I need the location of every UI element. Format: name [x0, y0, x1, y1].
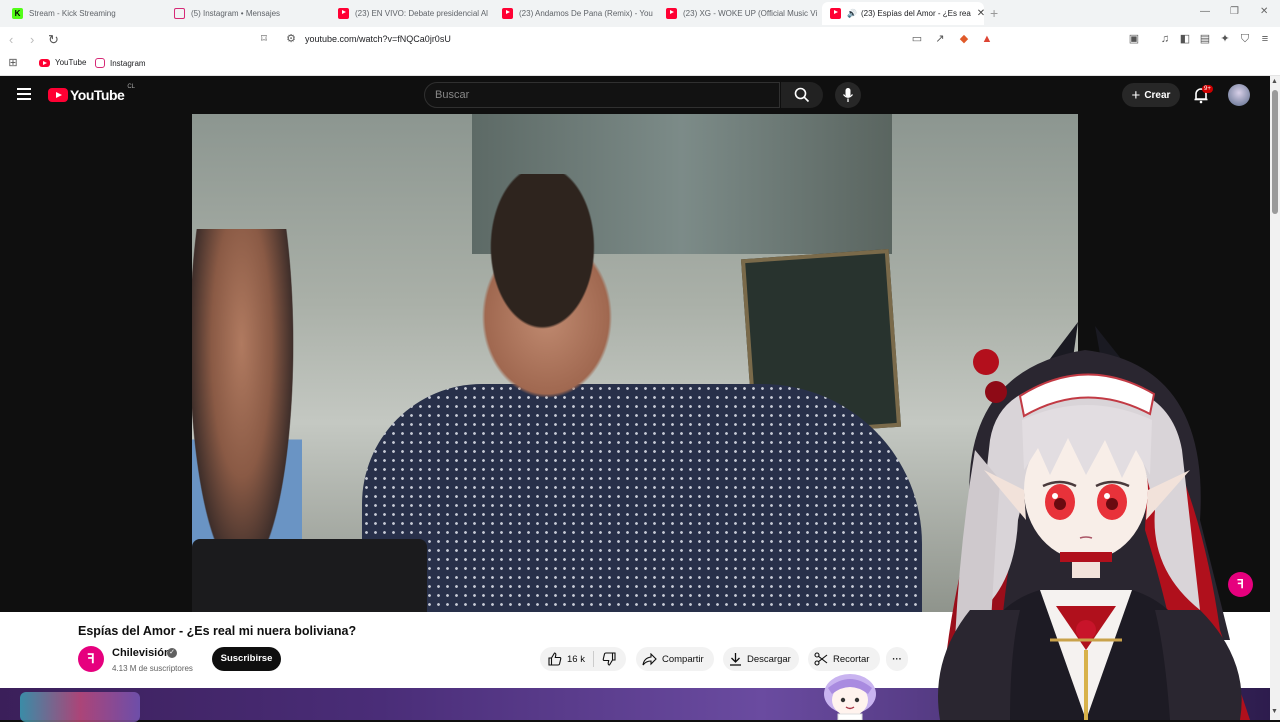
video-frame-laptop — [192, 539, 427, 612]
tab-kick[interactable]: K Stream - Kick Streaming — [4, 2, 166, 25]
reader-icon[interactable]: ◧ — [1179, 33, 1191, 45]
brave-shield-icon[interactable]: ◆ — [958, 33, 970, 45]
browser-toolbar: ‹ › ↻ ⌑ ⚙ youtube.com/watch?v=fNQCa0jr0s… — [0, 27, 1280, 53]
hamburger-menu-icon[interactable] — [17, 88, 31, 103]
menu-icon[interactable]: ≡ — [1259, 33, 1271, 45]
speaker-icon: 🔊 — [847, 9, 857, 18]
youtube-play-icon — [48, 88, 68, 102]
bookmark-label: YouTube — [55, 58, 87, 67]
share-button[interactable]: Compartir — [636, 647, 714, 671]
microphone-icon — [842, 88, 854, 102]
divider — [592, 651, 594, 667]
bookmarks-bar: ⊞ YouTube Instagram — [0, 53, 1280, 76]
kick-icon: K — [12, 8, 23, 19]
create-button[interactable]: + Crear — [1122, 83, 1180, 107]
scroll-up-arrow[interactable]: ▲ — [1271, 78, 1278, 85]
share-label: Compartir — [662, 653, 704, 665]
vtuber-avatar-overlay — [938, 322, 1250, 720]
like-dislike-group: 16 k — [540, 647, 626, 671]
bookmark-label: Instagram — [110, 58, 146, 68]
tab-title: (23) Andamos De Pana (Remix) - You — [519, 9, 653, 18]
download-icon — [730, 653, 741, 666]
tab-youtube-debate[interactable]: (23) EN VIVO: Debate presidencial Al — [330, 2, 494, 25]
download-label: Descargar — [747, 653, 791, 665]
rewards-icon[interactable]: ▲ — [981, 33, 993, 45]
search-input[interactable]: Buscar — [424, 82, 780, 108]
download-button[interactable]: Descargar — [723, 647, 799, 671]
youtube-icon — [830, 8, 841, 19]
youtube-icon — [39, 58, 50, 67]
new-tab-button[interactable]: + — [990, 5, 998, 21]
site-settings-icon[interactable]: ⚙ — [285, 33, 297, 45]
notification-badge: 9+ — [1202, 85, 1213, 93]
close-tab-icon[interactable]: ✕ — [971, 8, 984, 19]
like-count[interactable]: 16 k — [567, 654, 585, 665]
search-icon — [794, 87, 810, 103]
tab-youtube-xg[interactable]: (23) XG - WOKE UP (Official Music Vi — [658, 2, 822, 25]
cast-icon[interactable]: ▭ — [911, 33, 923, 45]
youtube-header: YouTube CL Buscar + Crear 9+ — [0, 76, 1270, 114]
address-bar[interactable]: youtube.com/watch?v=fNQCa0jr0sU — [305, 34, 451, 44]
instagram-icon — [174, 8, 185, 19]
channel-avatar[interactable]: ꟻ — [78, 646, 104, 672]
tab-youtube-andamos[interactable]: (23) Andamos De Pana (Remix) - You — [494, 2, 658, 25]
video-title: Espías del Amor - ¿Es real mi nuera boli… — [78, 624, 357, 638]
tab-title: (23) Espías del Amor - ¿Es rea — [860, 9, 971, 18]
video-frame-person-center — [432, 174, 662, 434]
clip-button[interactable]: Recortar — [808, 647, 880, 671]
reload-icon[interactable]: ↻ — [48, 32, 59, 48]
channel-name[interactable]: Chilevisión — [112, 647, 171, 659]
minimize-icon[interactable]: — — [1200, 6, 1210, 17]
verified-icon: ✓ — [167, 648, 177, 658]
youtube-icon — [338, 8, 349, 19]
back-icon[interactable]: ‹ — [9, 32, 13, 47]
leo-icon[interactable]: ✦ — [1219, 33, 1231, 45]
subscriber-count: 4.13 M de suscriptores — [112, 664, 193, 673]
wallet-icon[interactable]: ▤ — [1199, 33, 1211, 45]
voice-search-button[interactable] — [835, 82, 861, 108]
browser-tab-bar: K Stream - Kick Streaming (5) Instagram … — [0, 0, 1280, 27]
vpn-icon[interactable]: ⛉ — [1239, 33, 1251, 45]
tab-title: (23) XG - WOKE UP (Official Music Vi — [683, 9, 818, 18]
recommendation-thumbnail[interactable] — [20, 692, 140, 722]
subscribe-button[interactable]: Suscribirse — [212, 647, 281, 671]
youtube-icon — [666, 8, 677, 19]
sidebar-toggle-icon[interactable]: ▣ — [1128, 33, 1140, 45]
thumbs-up-icon[interactable] — [548, 652, 562, 666]
chilevision-float-icon[interactable]: ꟻ — [1228, 572, 1253, 597]
logo-text: YouTube — [70, 87, 125, 103]
scroll-down-arrow[interactable]: ▼ — [1271, 708, 1278, 715]
forward-icon[interactable]: › — [30, 32, 34, 47]
share-arrow-icon — [642, 652, 657, 665]
chibi-sticker — [824, 674, 876, 720]
music-icon[interactable]: ♫ — [1159, 33, 1171, 45]
plus-icon: + — [1131, 86, 1141, 104]
tab-youtube-active[interactable]: 🔊 (23) Espías del Amor - ¿Es rea ✕ — [822, 2, 984, 25]
share-icon[interactable]: ↗ — [934, 33, 946, 45]
bookmark-youtube[interactable]: YouTube — [39, 58, 86, 67]
tab-title: Stream - Kick Streaming — [29, 9, 116, 18]
youtube-logo[interactable]: YouTube CL — [48, 84, 135, 103]
tab-title: (23) EN VIVO: Debate presidencial Al — [355, 9, 488, 18]
search-button[interactable] — [781, 82, 823, 108]
scissors-icon — [814, 652, 828, 666]
user-avatar[interactable] — [1228, 84, 1250, 106]
tab-title: (5) Instagram • Mensajes — [191, 9, 281, 18]
scrollbar-thumb[interactable] — [1272, 90, 1278, 214]
bookmark-instagram[interactable]: Instagram — [95, 58, 146, 68]
close-window-icon[interactable]: ✕ — [1260, 6, 1268, 17]
restore-icon[interactable]: ❐ — [1230, 6, 1239, 17]
bookmark-icon[interactable]: ⌑ — [258, 33, 270, 45]
thumbs-down-icon[interactable] — [602, 652, 616, 666]
youtube-icon — [502, 8, 513, 19]
apps-grid-icon[interactable]: ⊞ — [7, 57, 19, 69]
instagram-icon — [95, 58, 105, 68]
page-scrollbar[interactable]: ▲ ▼ — [1270, 76, 1280, 720]
clip-label: Recortar — [833, 653, 870, 665]
create-label: Crear — [1144, 89, 1171, 101]
country-code: CL — [127, 84, 135, 90]
tab-instagram[interactable]: (5) Instagram • Mensajes — [166, 2, 330, 25]
